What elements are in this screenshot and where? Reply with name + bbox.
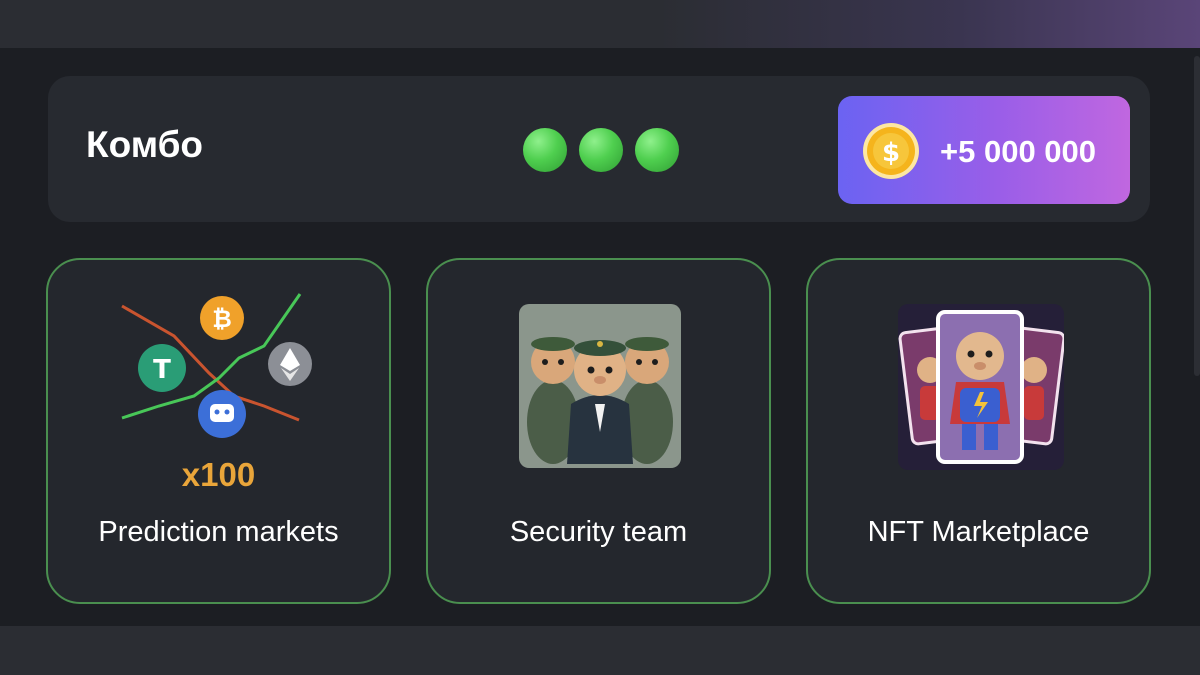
card-title: Security team [509,516,688,548]
reward-amount: +5 000 000 [940,134,1097,169]
card-title: Prediction markets [98,516,339,548]
top-bar [0,0,1200,48]
combo-card-security-team[interactable]: Security team [426,258,771,604]
scrollbar-thumb[interactable] [1194,56,1200,376]
combo-reward-button[interactable]: $ +5 000 000 [838,96,1130,204]
coin-symbol: $ [882,138,900,168]
combo-found-indicator [635,128,679,172]
nft-cards-illustration [898,304,1064,470]
combo-card-nft-marketplace[interactable]: NFT Marketplace [806,258,1151,604]
combo-found-indicator [523,128,567,172]
combo-title: Комбо [86,124,204,165]
multiplier-label: x100 [181,456,256,493]
card-title: NFT Marketplace [867,516,1090,548]
svg-text:₿: ₿ [212,305,232,333]
combo-progress [523,128,679,172]
bottom-bar [0,626,1200,675]
hamster-guards-illustration [519,304,681,468]
combo-header: Комбо $ +5 000 000 [48,76,1150,222]
coin-icon: $ [863,123,919,179]
combo-card-prediction-markets[interactable]: ₿ T x100 Prediction markets [46,258,391,604]
svg-text:T: T [153,355,171,385]
combo-found-indicator [579,128,623,172]
